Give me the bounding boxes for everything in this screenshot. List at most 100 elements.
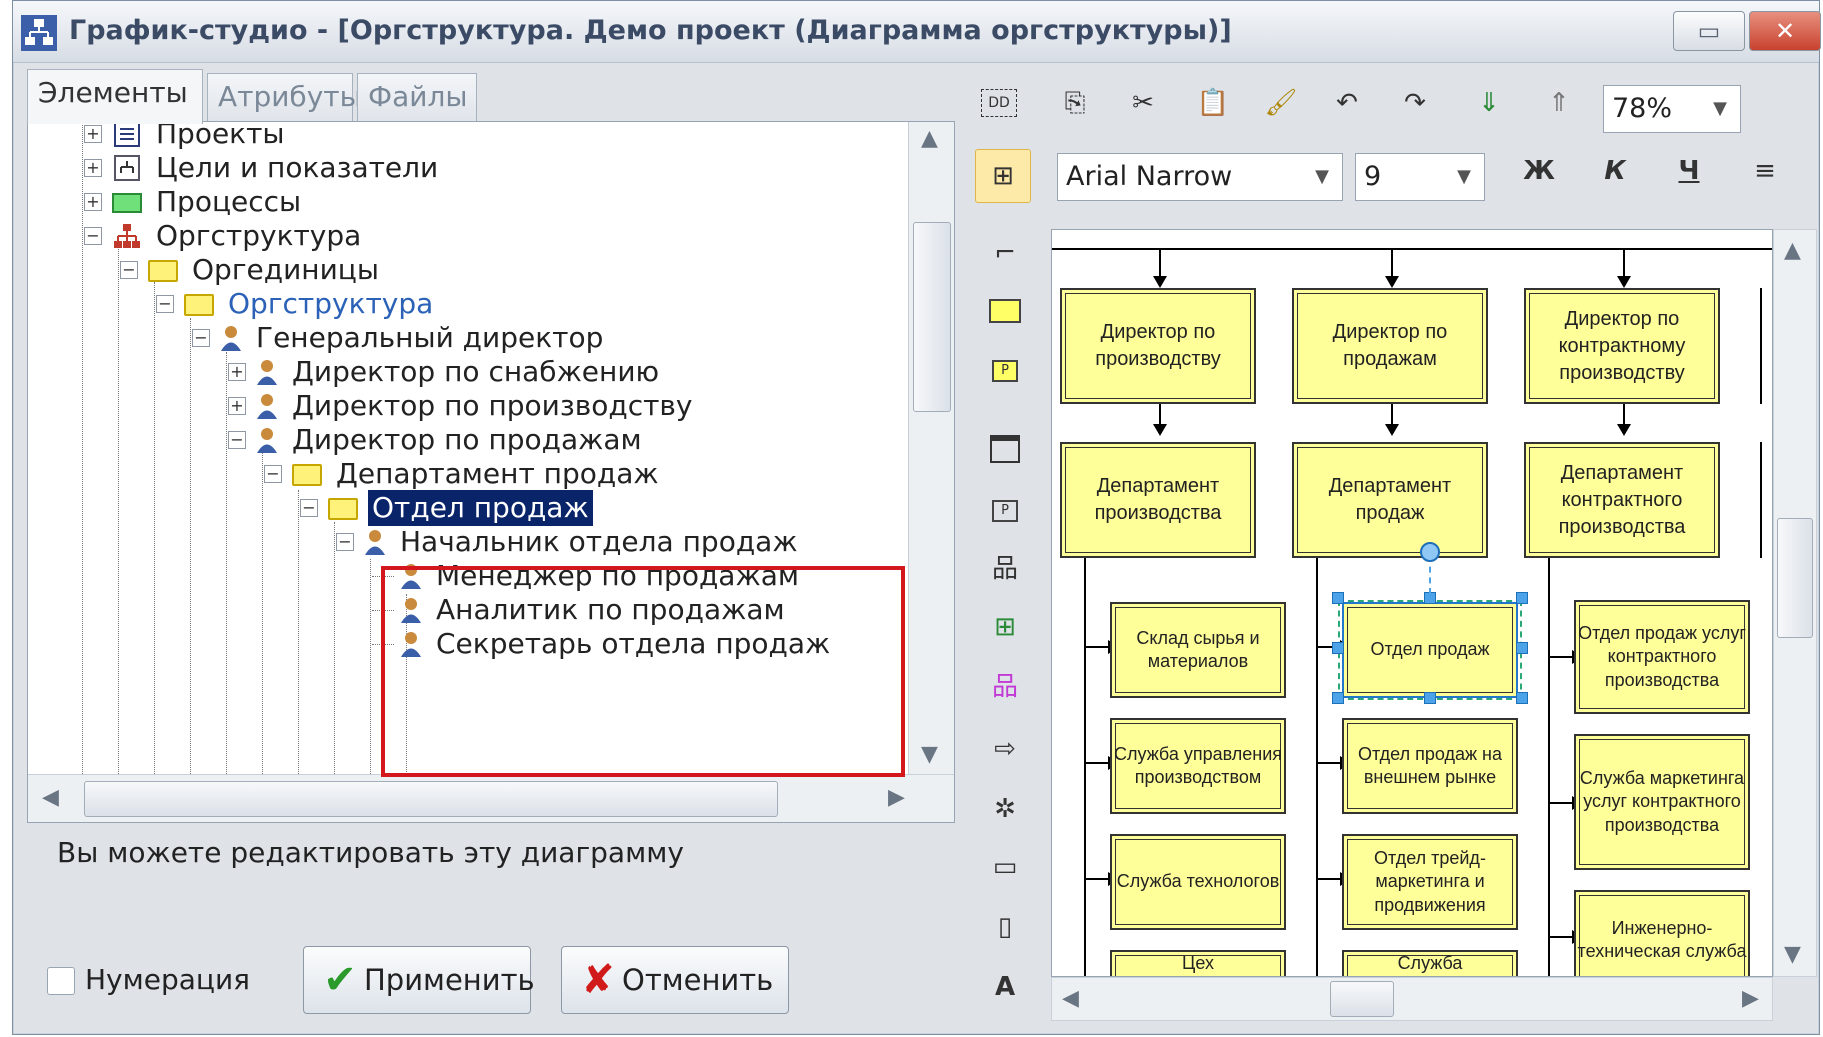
import-icon[interactable]: ⇓ [1467, 81, 1511, 125]
collapse-icon[interactable]: − [228, 431, 246, 449]
collapse-icon[interactable]: − [264, 465, 282, 483]
diagram-node[interactable]: Служба управления производством [1110, 718, 1286, 814]
tree-view-icon[interactable]: ⊞ [975, 149, 1031, 203]
tab-files[interactable]: Файлы [357, 73, 477, 123]
italic-button[interactable]: К [1593, 149, 1637, 193]
list-icon [114, 122, 140, 147]
diagram-node[interactable]: Директор по производству [1060, 288, 1256, 404]
scroll-thumb[interactable] [84, 781, 778, 817]
bold-button[interactable]: Ж [1517, 149, 1561, 193]
org-color-icon[interactable]: 品 [983, 665, 1027, 709]
numbering-checkbox[interactable]: Нумерация [47, 963, 250, 996]
node-selection-outline [1338, 600, 1522, 700]
position-icon[interactable]: P [983, 349, 1027, 393]
diagram-node[interactable]: Служба технологов [1110, 834, 1286, 930]
rotate-handle-icon[interactable] [1420, 542, 1440, 562]
position-outline-icon[interactable]: P [983, 489, 1027, 533]
diagram-node[interactable]: Инженерно-техническая служба [1574, 890, 1750, 976]
diagram-node[interactable]: Директор по продажам [1292, 288, 1488, 404]
scroll-up-icon[interactable]: ▲ [921, 126, 938, 151]
tree-item-label: Отдел продаж [368, 490, 593, 526]
collapse-icon[interactable]: − [336, 533, 354, 551]
canvas-horizontal-scrollbar[interactable]: ◀ ▶ [1051, 977, 1773, 1021]
expand-icon[interactable]: + [228, 397, 246, 415]
tree-item-label: Оргструктура [228, 287, 434, 320]
collapse-icon[interactable]: − [192, 329, 210, 347]
scroll-left-icon[interactable]: ◀ [42, 785, 59, 810]
diagram-node[interactable]: Отдел продаж услуг контрактного производ… [1574, 600, 1750, 714]
diagram-node[interactable]: Служба маркетинга услуг контрактного про… [1574, 734, 1750, 870]
tree-item-label: Процессы [156, 185, 302, 218]
collapse-icon[interactable]: − [300, 499, 318, 517]
expand-icon[interactable]: + [84, 193, 102, 211]
diagram-node[interactable]: Отдел трейд-маркетинга и продвижения [1342, 834, 1518, 930]
align-left-icon[interactable]: ≡ [1743, 149, 1787, 193]
tree-item-label: Начальник отдела продаж [400, 525, 798, 558]
zoom-select[interactable]: 78% ▼ [1603, 85, 1741, 133]
selection-highlight-frame [381, 566, 905, 777]
collapse-icon[interactable]: − [84, 227, 102, 245]
canvas-vertical-scrollbar[interactable]: ▲ ▼ [1773, 229, 1817, 977]
tree-item-label: Директор по продажам [292, 423, 642, 456]
diagram-node[interactable]: Департамент контрактного производства [1524, 442, 1720, 558]
font-select[interactable]: Arial Narrow ▼ [1057, 153, 1343, 201]
restore-icon: ▭ [1697, 17, 1721, 45]
copy-icon[interactable]: ⎘ [1053, 81, 1097, 125]
connector-icon[interactable]: ⌐ [983, 231, 1027, 275]
scroll-right-icon[interactable]: ▶ [1742, 986, 1759, 1011]
expand-icon[interactable]: + [84, 125, 102, 143]
scroll-down-icon[interactable]: ▼ [921, 742, 938, 767]
window-title: График-студио - [Оргструктура. Демо прое… [69, 15, 1232, 46]
window-shape-icon[interactable] [983, 427, 1027, 471]
grid-icon[interactable]: ⊞ [983, 605, 1027, 649]
diagram-node[interactable]: Отдел продаж на внешнем рынке [1342, 718, 1518, 814]
collapse-arrows-icon[interactable]: ✲ [983, 787, 1027, 831]
collapse-icon[interactable]: − [156, 295, 174, 313]
cut-icon[interactable]: ✂ [1121, 81, 1165, 125]
diagram-node[interactable]: Директор по контрактному производству [1524, 288, 1720, 404]
diagram-node[interactable]: Служба [1342, 950, 1518, 976]
diagram-canvas[interactable]: Директор по производству Департамент про… [1051, 229, 1773, 977]
redo-icon[interactable]: ↷ [1393, 81, 1437, 125]
scroll-thumb[interactable] [913, 222, 951, 412]
diagram-node[interactable]: Склад сырья и материалов [1110, 602, 1286, 698]
checkbox-box[interactable] [47, 967, 75, 995]
close-button[interactable]: ✕ [1749, 11, 1821, 51]
orgchart-tool-icon[interactable]: 品 [983, 547, 1027, 591]
scroll-down-icon[interactable]: ▼ [1784, 942, 1801, 967]
tab-attributes[interactable]: Атрибуты [207, 73, 362, 123]
restore-button[interactable]: ▭ [1673, 11, 1745, 51]
chevron-down-icon: ▼ [1457, 166, 1471, 187]
arrow-right-icon[interactable]: ⇨ [983, 727, 1027, 771]
format-painter-icon[interactable]: 🖌 [1259, 81, 1303, 125]
undo-icon[interactable]: ↶ [1325, 81, 1369, 125]
apply-button[interactable]: ✔ Применить [303, 946, 535, 1014]
select-all-icon[interactable]: DD [981, 89, 1017, 117]
expand-icon[interactable]: + [84, 159, 102, 177]
collapse-icon[interactable]: − [120, 261, 138, 279]
tree-horizontal-scrollbar[interactable]: ◀ ▶ [28, 774, 954, 822]
tab-elements[interactable]: Элементы [27, 69, 203, 124]
scroll-left-icon[interactable]: ◀ [1062, 986, 1079, 1011]
vertical-bar-icon[interactable]: ▯ [983, 905, 1027, 949]
diagram-node[interactable]: Цех [1110, 950, 1286, 976]
cancel-button[interactable]: ✘ Отменить [561, 946, 789, 1014]
font-size-select[interactable]: 9 ▼ [1355, 153, 1485, 201]
scroll-thumb[interactable] [1330, 981, 1394, 1017]
tree-item-label: Проекты [156, 122, 285, 150]
paste-icon[interactable]: 📋 [1191, 81, 1235, 125]
text-tool-icon[interactable]: A [983, 965, 1027, 1009]
scroll-right-icon[interactable]: ▶ [888, 785, 905, 810]
rectangle-yellow-icon[interactable] [983, 289, 1027, 333]
horizontal-bar-icon[interactable]: ▭ [983, 845, 1027, 889]
scroll-up-icon[interactable]: ▲ [1784, 238, 1801, 263]
org-small-icon [114, 155, 140, 181]
tree-vertical-scrollbar[interactable]: ▲ ▼ [908, 122, 954, 774]
tree-item-label: Оргединицы [192, 253, 379, 286]
export-icon[interactable]: ⇑ [1537, 81, 1581, 125]
diagram-node[interactable]: Департамент продаж [1292, 442, 1488, 558]
diagram-node[interactable]: Департамент производства [1060, 442, 1256, 558]
expand-icon[interactable]: + [228, 363, 246, 381]
scroll-thumb[interactable] [1777, 518, 1813, 638]
underline-button[interactable]: Ч [1667, 149, 1711, 193]
